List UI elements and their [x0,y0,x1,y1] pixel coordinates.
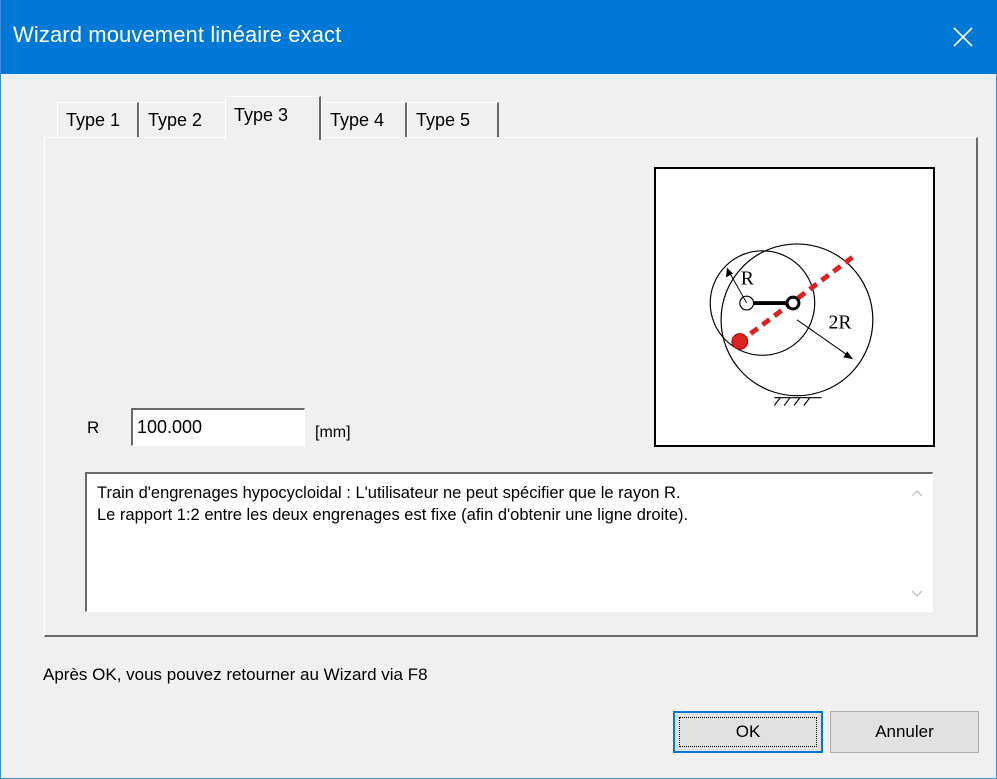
cancel-label: Annuler [875,722,934,741]
cancel-button[interactable]: Annuler [830,711,979,753]
tab-panel [44,137,978,637]
tab-type-5[interactable]: Type 5 [407,102,499,138]
ok-button[interactable]: OK [673,711,823,753]
title-bar: Wizard mouvement linéaire exact [1,0,997,74]
tab-type-3[interactable]: Type 3 [225,96,321,140]
tab-type-4[interactable]: Type 4 [321,102,407,138]
tab-type-1[interactable]: Type 1 [57,102,139,138]
focus-rect [679,717,817,747]
window-title: Wizard mouvement linéaire exact [13,22,342,47]
close-button[interactable] [928,0,997,74]
tab-type-2[interactable]: Type 2 [139,102,227,138]
close-icon [953,27,973,47]
wizard-dialog: Wizard mouvement linéaire exact Type 1 T… [0,0,997,779]
footer-hint: Après OK, vous pouvez retourner au Wizar… [43,665,428,684]
